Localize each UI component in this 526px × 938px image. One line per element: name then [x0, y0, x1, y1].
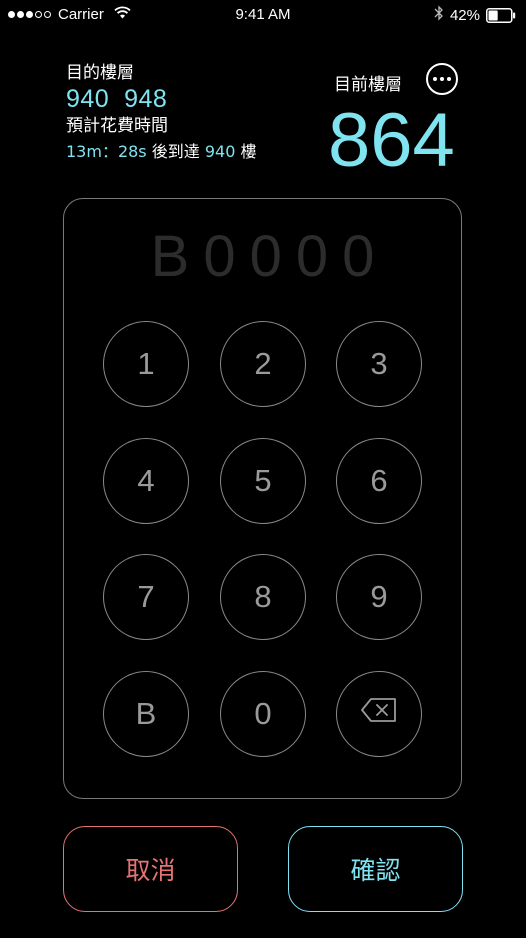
status-bar: Carrier 9:41 AM 42%	[0, 0, 526, 30]
key-2[interactable]: 2	[220, 321, 306, 407]
target-floor-label: 目的樓層	[66, 63, 134, 83]
eta-line: 13m：28s 後到達 940 樓	[66, 140, 257, 164]
more-icon	[433, 77, 437, 81]
key-5[interactable]: 5	[220, 438, 306, 524]
backspace-key[interactable]	[336, 671, 422, 757]
key-0[interactable]: 0	[220, 671, 306, 757]
key-9[interactable]: 9	[336, 554, 422, 640]
target-info: 目的樓層 940 948 預計花費時間 13m：28s 後到達 940 樓	[66, 62, 257, 164]
more-button[interactable]	[426, 63, 458, 95]
current-floor-value: 864	[328, 98, 455, 183]
backspace-icon	[359, 696, 399, 732]
eta-duration: 13m：28s	[66, 142, 147, 161]
current-floor-label: 目前樓層	[334, 75, 402, 95]
battery-icon	[486, 7, 516, 23]
key-7[interactable]: 7	[103, 554, 189, 640]
confirm-button[interactable]: 確認	[288, 826, 463, 912]
target-floor-values: 940 948	[66, 85, 168, 113]
key-8[interactable]: 8	[220, 554, 306, 640]
key-3[interactable]: 3	[336, 321, 422, 407]
keypad-panel: B0000 1 2 3 4 5 6 7 8 9 B 0	[63, 198, 462, 799]
cancel-button[interactable]: 取消	[63, 826, 238, 912]
eta-label: 預計花費時間	[66, 116, 168, 136]
key-1[interactable]: 1	[103, 321, 189, 407]
eta-floor: 940	[204, 142, 236, 161]
key-b[interactable]: B	[103, 671, 189, 757]
eta-unit: 樓	[240, 142, 257, 161]
bluetooth-icon	[434, 5, 444, 25]
status-right: 42%	[434, 5, 516, 25]
eta-suffix: 後到達	[151, 142, 200, 161]
key-4[interactable]: 4	[103, 438, 189, 524]
battery-percent: 42%	[449, 6, 480, 24]
floor-input-display: B0000	[150, 224, 389, 289]
key-6[interactable]: 6	[336, 438, 422, 524]
